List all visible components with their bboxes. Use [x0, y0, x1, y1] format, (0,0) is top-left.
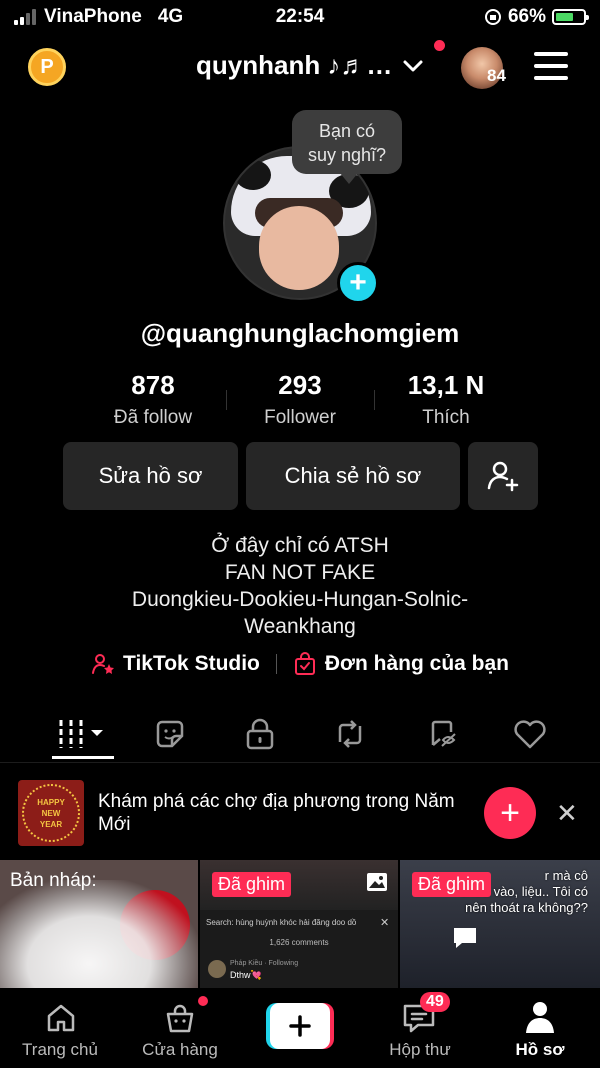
profile-links: TikTok Studio Đơn hàng của bạn — [0, 652, 600, 676]
stickers-tab[interactable] — [146, 710, 194, 758]
comment-count: 1,626 comments — [269, 938, 329, 947]
active-tab-indicator — [52, 756, 114, 759]
coin-label: P — [40, 55, 54, 78]
nav-profile[interactable]: Hồ sơ — [485, 988, 595, 1068]
header-username: quynhanh ♪♬… — [196, 50, 393, 80]
home-icon — [47, 1004, 75, 1032]
edit-profile-button[interactable]: Sửa hồ sơ — [63, 442, 238, 510]
drafts-tile[interactable]: Bản nháp: — [0, 860, 198, 992]
repost-icon — [338, 720, 362, 748]
nav-shop[interactable]: Cửa hàng — [125, 988, 235, 1068]
share-profile-button[interactable]: Chia sẻ hồ sơ — [246, 442, 460, 510]
comment-text: Dthw💘 — [230, 970, 262, 980]
bio-line: Weankhang — [244, 615, 356, 638]
sticker-icon — [156, 720, 184, 748]
promo-image-text: YEAR — [39, 819, 63, 829]
notification-dot — [434, 40, 445, 51]
add-friend-icon — [487, 461, 519, 492]
status-right: 66% — [484, 6, 589, 28]
promo-image: HAPPY NEW YEAR — [18, 780, 84, 846]
story-count: 84 — [487, 66, 506, 85]
menu-icon[interactable] — [534, 52, 568, 80]
likes-stat[interactable]: 13,1 N Thích — [371, 370, 521, 429]
close-icon[interactable]: ✕ — [556, 798, 578, 829]
follower-label: Follower — [264, 407, 336, 428]
drafts-label: Bản nháp: — [10, 870, 97, 891]
profile-handle: @quanghunglachomgiem — [140, 318, 460, 348]
plus-icon — [289, 1015, 311, 1037]
link-divider — [275, 654, 277, 674]
heart-icon — [514, 720, 546, 749]
likes-count: 13,1 N — [407, 370, 485, 400]
add-friend-button[interactable] — [468, 442, 538, 510]
repost-tab[interactable] — [326, 710, 374, 758]
nav-home[interactable]: Trang chủ — [5, 988, 115, 1068]
liked-tab[interactable] — [506, 710, 554, 758]
lock-icon — [246, 718, 274, 750]
pinned-badge: Đã ghim — [412, 872, 492, 897]
battery-icon — [552, 9, 589, 25]
pinned-video-tile[interactable]: Đã ghim Search: hùng huỳnh khóc hải đăng… — [200, 860, 398, 992]
nav-shop-label: Cửa hàng — [142, 1040, 218, 1059]
studio-icon — [92, 654, 114, 674]
shop-icon — [166, 1004, 194, 1033]
bio-line: FAN NOT FAKE — [224, 561, 376, 584]
battery-percent: 66% — [507, 6, 546, 27]
promo-image-text: HAPPY — [37, 797, 65, 807]
bio-line: Duongkieu-Dookieu-Hungan-Solnic- — [131, 588, 469, 611]
studio-label: TikTok Studio — [123, 652, 260, 675]
following-label: Đã follow — [113, 407, 193, 428]
bio-line: Ở đây chỉ có ATSH — [211, 534, 389, 557]
bookmark-hidden-icon — [431, 720, 456, 747]
chat-icon — [454, 928, 476, 948]
orientation-lock-icon — [484, 9, 501, 25]
profile-icon — [526, 1002, 554, 1033]
likes-label: Thích — [422, 407, 470, 428]
create-button[interactable] — [266, 1003, 334, 1049]
status-bar: VinaPhone 4G 22:54 66% — [0, 0, 600, 36]
thought-bubble[interactable]: Bạn có suy nghĩ? — [292, 110, 402, 184]
following-stat[interactable]: 878 Đã follow — [78, 370, 228, 429]
add-story-icon[interactable]: + — [337, 262, 379, 304]
follower-count: 293 — [278, 370, 322, 400]
orders-link[interactable]: Đơn hàng của bạn — [293, 652, 509, 676]
commenter-avatar — [208, 960, 226, 978]
battery-fill — [556, 13, 573, 21]
search-text: Search: hùng huỳnh khóc hải đăng doo dồ — [206, 918, 357, 927]
follower-stat[interactable]: 293 Follower — [225, 370, 375, 429]
nav-inbox[interactable]: 49 Hộp thư — [365, 988, 475, 1068]
promo-add-button[interactable]: + — [484, 787, 536, 839]
commenter-name: Pháp Kiều · Following — [230, 960, 299, 967]
close-icon: ✕ — [380, 917, 390, 929]
inbox-badge: 49 — [420, 992, 450, 1012]
tiktok-studio-link[interactable]: TikTok Studio — [91, 652, 260, 676]
pinned-badge: Đã ghim — [212, 872, 292, 897]
private-tab[interactable] — [236, 710, 284, 758]
account-switcher[interactable]: quynhanh ♪♬… — [196, 50, 424, 81]
nav-profile-label: Hồ sơ — [515, 1040, 565, 1059]
following-count: 878 — [131, 370, 175, 400]
pinned-video-tile[interactable]: r mà cô chưa vào, liệu.. Tôi có nên thoá… — [400, 860, 600, 992]
nav-inbox-label: Hộp thư — [389, 1040, 451, 1059]
promo-image-text: NEW — [41, 808, 61, 818]
photo-icon — [367, 873, 387, 891]
shopping-bag-icon — [294, 652, 315, 675]
coin-button[interactable]: P — [28, 48, 66, 86]
chevron-down-icon — [403, 60, 423, 71]
orders-label: Đơn hàng của bạn — [324, 652, 509, 675]
shop-notification-dot — [198, 996, 208, 1006]
thought-line-2: suy nghĩ? — [307, 145, 387, 165]
favorites-tab[interactable] — [418, 710, 466, 758]
nav-home-label: Trang chủ — [22, 1040, 98, 1059]
tab-divider — [0, 762, 600, 763]
grid-icon — [59, 720, 103, 748]
content-tabs — [0, 710, 600, 758]
videos-tab[interactable] — [50, 710, 116, 758]
profile-bio: Ở đây chỉ có ATSH FAN NOT FAKE Duongkieu… — [0, 532, 600, 640]
video-caption: nên thoát ra không?? — [465, 900, 588, 915]
promo-text: Khám phá các chợ địa phương trong Năm Mớ… — [98, 791, 455, 835]
thought-line-1: Bạn có — [318, 121, 376, 141]
